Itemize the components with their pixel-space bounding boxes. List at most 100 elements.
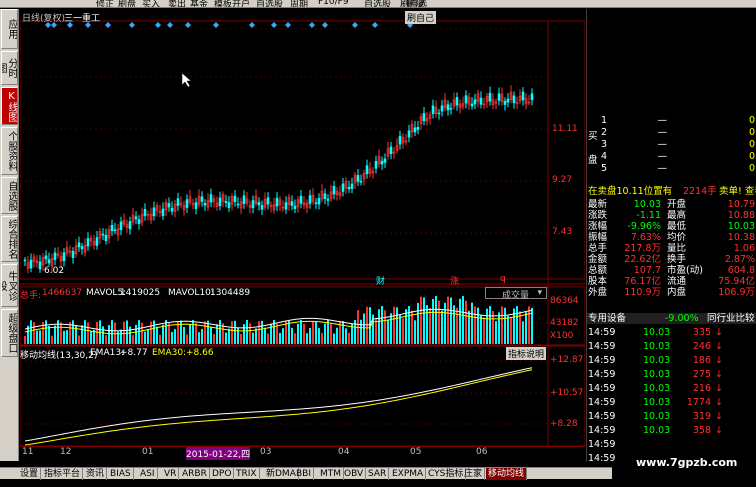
quote-row[interactable]: 总额 107.7 市盈(动) 604.8 — [587, 265, 756, 276]
toolbar-item[interactable]: 自选股 — [256, 0, 283, 7]
toolbar-item[interactable]: 周期 — [290, 0, 308, 7]
time-axis-label: 11 — [22, 447, 34, 457]
tick-row[interactable]: 14:59 10.03 358 ↓ — [587, 425, 756, 436]
sector-row[interactable]: 专用设备 -9.00% 同行业比较 — [587, 313, 756, 324]
indicator-tab[interactable]: BIAS — [108, 468, 134, 480]
volume-bar — [450, 297, 452, 344]
kline-chart[interactable]: 日线(复权) 三一重工 刷自己 11.11 9.27 7.43 6.02 财 涨… — [20, 9, 585, 461]
leftnav-button[interactable]: K线图 — [1, 87, 18, 125]
quote-value: 110.9万 — [624, 287, 661, 298]
leftnav-button[interactable]: 应用 — [1, 9, 18, 49]
volume-bar — [483, 317, 485, 344]
sector-name: 专用设备 — [588, 313, 627, 324]
quote-row[interactable]: 股本 76.17亿 流通 75.94亿 — [587, 276, 756, 287]
tick-row[interactable]: 14:59 10.03 319 ↓ — [587, 411, 756, 422]
indicator-tab[interactable]: VR — [162, 468, 180, 480]
toolbar-item[interactable]: 买入 — [142, 0, 160, 7]
indicator-tab[interactable]: 设置 — [18, 468, 42, 480]
q-marker[interactable]: q — [500, 274, 506, 284]
indicator-name[interactable]: 移动均线(13,30,2) — [20, 348, 97, 361]
tick-row[interactable]: 14:59 10.03 216 ↓ — [587, 383, 756, 394]
tick-row[interactable]: 14:59 10.03 275 ↓ — [587, 369, 756, 380]
volume-bar — [327, 320, 329, 344]
tick-row[interactable]: 14:59 — [587, 439, 756, 450]
leftnav-button[interactable]: 个股资料 — [1, 127, 18, 175]
leftnav-button[interactable]: 自选股 — [1, 177, 18, 214]
big-order-alert[interactable]: 在卖盘10.11位置有 2214手卖单! 查看详细 — [587, 186, 756, 197]
volume-bar — [237, 327, 239, 344]
quote-row[interactable]: 最新 10.03 开盘 10.79 — [587, 199, 756, 210]
toolbar-item[interactable]: 删除 — [406, 0, 424, 7]
volume-bar — [282, 328, 284, 344]
indicator-tab[interactable]: 指标平台 — [42, 468, 84, 480]
indicator-tab[interactable]: ASI — [138, 468, 158, 480]
volume-indicator-dropdown[interactable]: 成交量 ▾ — [485, 287, 547, 301]
toolbar-item[interactable]: 卖出 — [168, 0, 186, 7]
level-volume: 0 — [748, 151, 755, 162]
tick-row[interactable]: 14:59 10.03 335 ↓ — [587, 327, 756, 338]
indicator-tab[interactable]: TRIX — [234, 468, 260, 480]
toolbar-item[interactable]: 自选股 — [364, 0, 391, 7]
indicator-tab[interactable]: DPO — [210, 468, 235, 480]
volume-bar — [405, 309, 407, 344]
candlestick — [347, 186, 351, 190]
quote-value: 76.17亿 — [624, 276, 661, 287]
quote-row[interactable]: 涨幅 -9.96% 最低 10.03 — [587, 221, 756, 232]
toolbar-item[interactable]: 刷盘 — [118, 0, 136, 7]
indicator-tab[interactable]: SAR — [366, 468, 390, 480]
toolbar-item[interactable]: 模板 — [214, 0, 232, 7]
indicator-tab[interactable]: 庄家 — [462, 468, 486, 480]
indicator-tab[interactable]: MTM — [318, 468, 345, 480]
volume-bar — [381, 306, 383, 344]
finance-marker[interactable]: 财 — [376, 274, 385, 287]
leftnav-button[interactable]: 综合排名 — [1, 216, 18, 262]
price-axis-label: 7.43 — [552, 227, 573, 237]
orderbook-row[interactable]: 3 — 0 — [587, 139, 756, 150]
quote-row[interactable]: 涨跌 -1.11 最高 10.88 — [587, 210, 756, 221]
indicator-tab[interactable]: ARBR — [180, 468, 210, 480]
candlestick — [209, 194, 213, 203]
indicator-tab[interactable]: EXPMA — [390, 468, 427, 480]
quote-row[interactable]: 金额 22.62亿 换手 2.87% — [587, 254, 756, 265]
quote-row[interactable]: 外盘 110.9万 内盘 106.9万 — [587, 287, 756, 298]
candlestick — [143, 209, 147, 216]
quote-row[interactable]: 总手 217.8万 量比 1.06 — [587, 243, 756, 254]
candlestick — [422, 113, 426, 122]
orderbook-row[interactable]: 2 — 0 — [587, 127, 756, 138]
toolbar-item[interactable]: 基金 — [190, 0, 208, 7]
tick-volume: 319 — [692, 411, 711, 422]
indicator-tab[interactable]: 移动均线 — [486, 468, 528, 480]
tick-row[interactable]: 14:59 10.03 186 ↓ — [587, 355, 756, 366]
volume-bar — [111, 320, 113, 344]
volume-bar — [66, 330, 68, 344]
candlestick — [350, 183, 354, 189]
limit-up-marker[interactable]: 涨 — [450, 274, 459, 287]
toolbar-item[interactable]: 修正 — [96, 0, 114, 7]
candlestick — [479, 97, 483, 105]
candlestick — [437, 112, 441, 115]
tick-row[interactable]: 14:59 10.03 1774 ↓ — [587, 397, 756, 408]
volume-bar — [81, 325, 83, 344]
indicator-tab[interactable]: 资讯 — [84, 468, 108, 480]
orderbook-row[interactable]: 1 — 0 — [587, 115, 756, 126]
leftnav-button[interactable]: 分时图 — [1, 51, 18, 85]
indicator-explain-button[interactable]: 指标说明 — [506, 347, 547, 360]
return-button[interactable]: 刷自己 — [405, 11, 437, 24]
indicator-tab[interactable]: CYS指标 — [426, 468, 467, 480]
candlestick — [464, 95, 468, 104]
sector-change: -9.00% — [665, 313, 699, 324]
orderbook-row[interactable]: 4 — 0 — [587, 151, 756, 162]
tick-time: 14:59 — [588, 439, 616, 450]
indicator-tab[interactable]: BBI — [294, 468, 315, 480]
toolbar-item[interactable]: F10/F9 — [318, 0, 349, 7]
volume-bar — [324, 323, 326, 344]
indicator-tab[interactable]: OBV — [342, 468, 367, 480]
quote-row[interactable]: 振幅 7.63% 均价 10.38 — [587, 232, 756, 243]
volume-bar — [261, 320, 263, 344]
period-label[interactable]: 日线(复权) — [22, 11, 65, 24]
toolbar-item[interactable]: 开户 — [232, 0, 250, 7]
leftnav-button[interactable]: 牛叉诊股 — [1, 264, 18, 307]
tick-row[interactable]: 14:59 10.03 246 ↓ — [587, 341, 756, 352]
leftnav-button[interactable]: 超级盘口 — [1, 309, 18, 357]
orderbook-row[interactable]: 5 — 0 — [587, 163, 756, 174]
